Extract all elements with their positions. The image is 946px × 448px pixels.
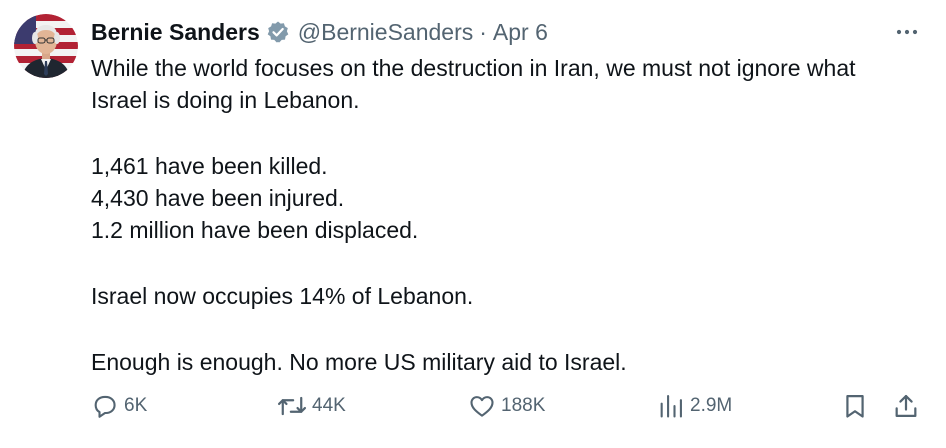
repost-count: 44K bbox=[312, 395, 346, 416]
like-button[interactable]: 188K bbox=[468, 388, 545, 424]
tweet-text: While the world focuses on the destructi… bbox=[91, 52, 931, 378]
avatar-image bbox=[14, 14, 78, 78]
avatar[interactable] bbox=[14, 14, 78, 78]
tweet-line: 1,461 have been killed. bbox=[91, 153, 328, 179]
tweet-line: 1.2 million have been displaced. bbox=[91, 217, 419, 243]
action-bar: 6K 44K 188K 2.9M bbox=[91, 388, 927, 424]
tweet-card[interactable]: Bernie Sanders @BernieSanders · Apr 6 Wh… bbox=[0, 0, 946, 448]
tweet-line: Enough is enough. No more US military ai… bbox=[91, 349, 627, 375]
display-name[interactable]: Bernie Sanders bbox=[91, 19, 260, 46]
more-horizontal-icon bbox=[896, 29, 918, 35]
tweet-line: Israel is doing in Lebanon. bbox=[91, 87, 360, 113]
tweet-line: Israel now occupies 14% of Lebanon. bbox=[91, 283, 474, 309]
tweet-line: 4,430 have been injured. bbox=[91, 185, 345, 211]
tweet-header: Bernie Sanders @BernieSanders · Apr 6 bbox=[91, 16, 548, 48]
bookmark-button[interactable] bbox=[841, 388, 869, 424]
repost-icon bbox=[277, 396, 307, 416]
share-button[interactable] bbox=[892, 388, 920, 424]
repost-button[interactable]: 44K bbox=[277, 388, 346, 424]
reply-bubble-icon bbox=[94, 395, 116, 418]
tweet-line: While the world focuses on the destructi… bbox=[91, 55, 856, 81]
heart-icon bbox=[470, 396, 494, 417]
user-handle[interactable]: @BernieSanders bbox=[298, 19, 474, 46]
views-count: 2.9M bbox=[690, 395, 733, 416]
reply-count: 6K bbox=[124, 395, 148, 416]
tweet-date[interactable]: Apr 6 bbox=[493, 19, 548, 46]
more-options-button[interactable] bbox=[892, 20, 922, 44]
like-count: 188K bbox=[501, 395, 546, 416]
reply-button[interactable]: 6K bbox=[91, 388, 147, 424]
bookmark-icon bbox=[846, 394, 864, 418]
separator-dot: · bbox=[479, 18, 487, 45]
views-button[interactable]: 2.9M bbox=[657, 388, 732, 424]
share-icon bbox=[895, 394, 917, 418]
analytics-bars-icon bbox=[660, 395, 682, 418]
verified-badge-icon[interactable] bbox=[266, 20, 290, 44]
